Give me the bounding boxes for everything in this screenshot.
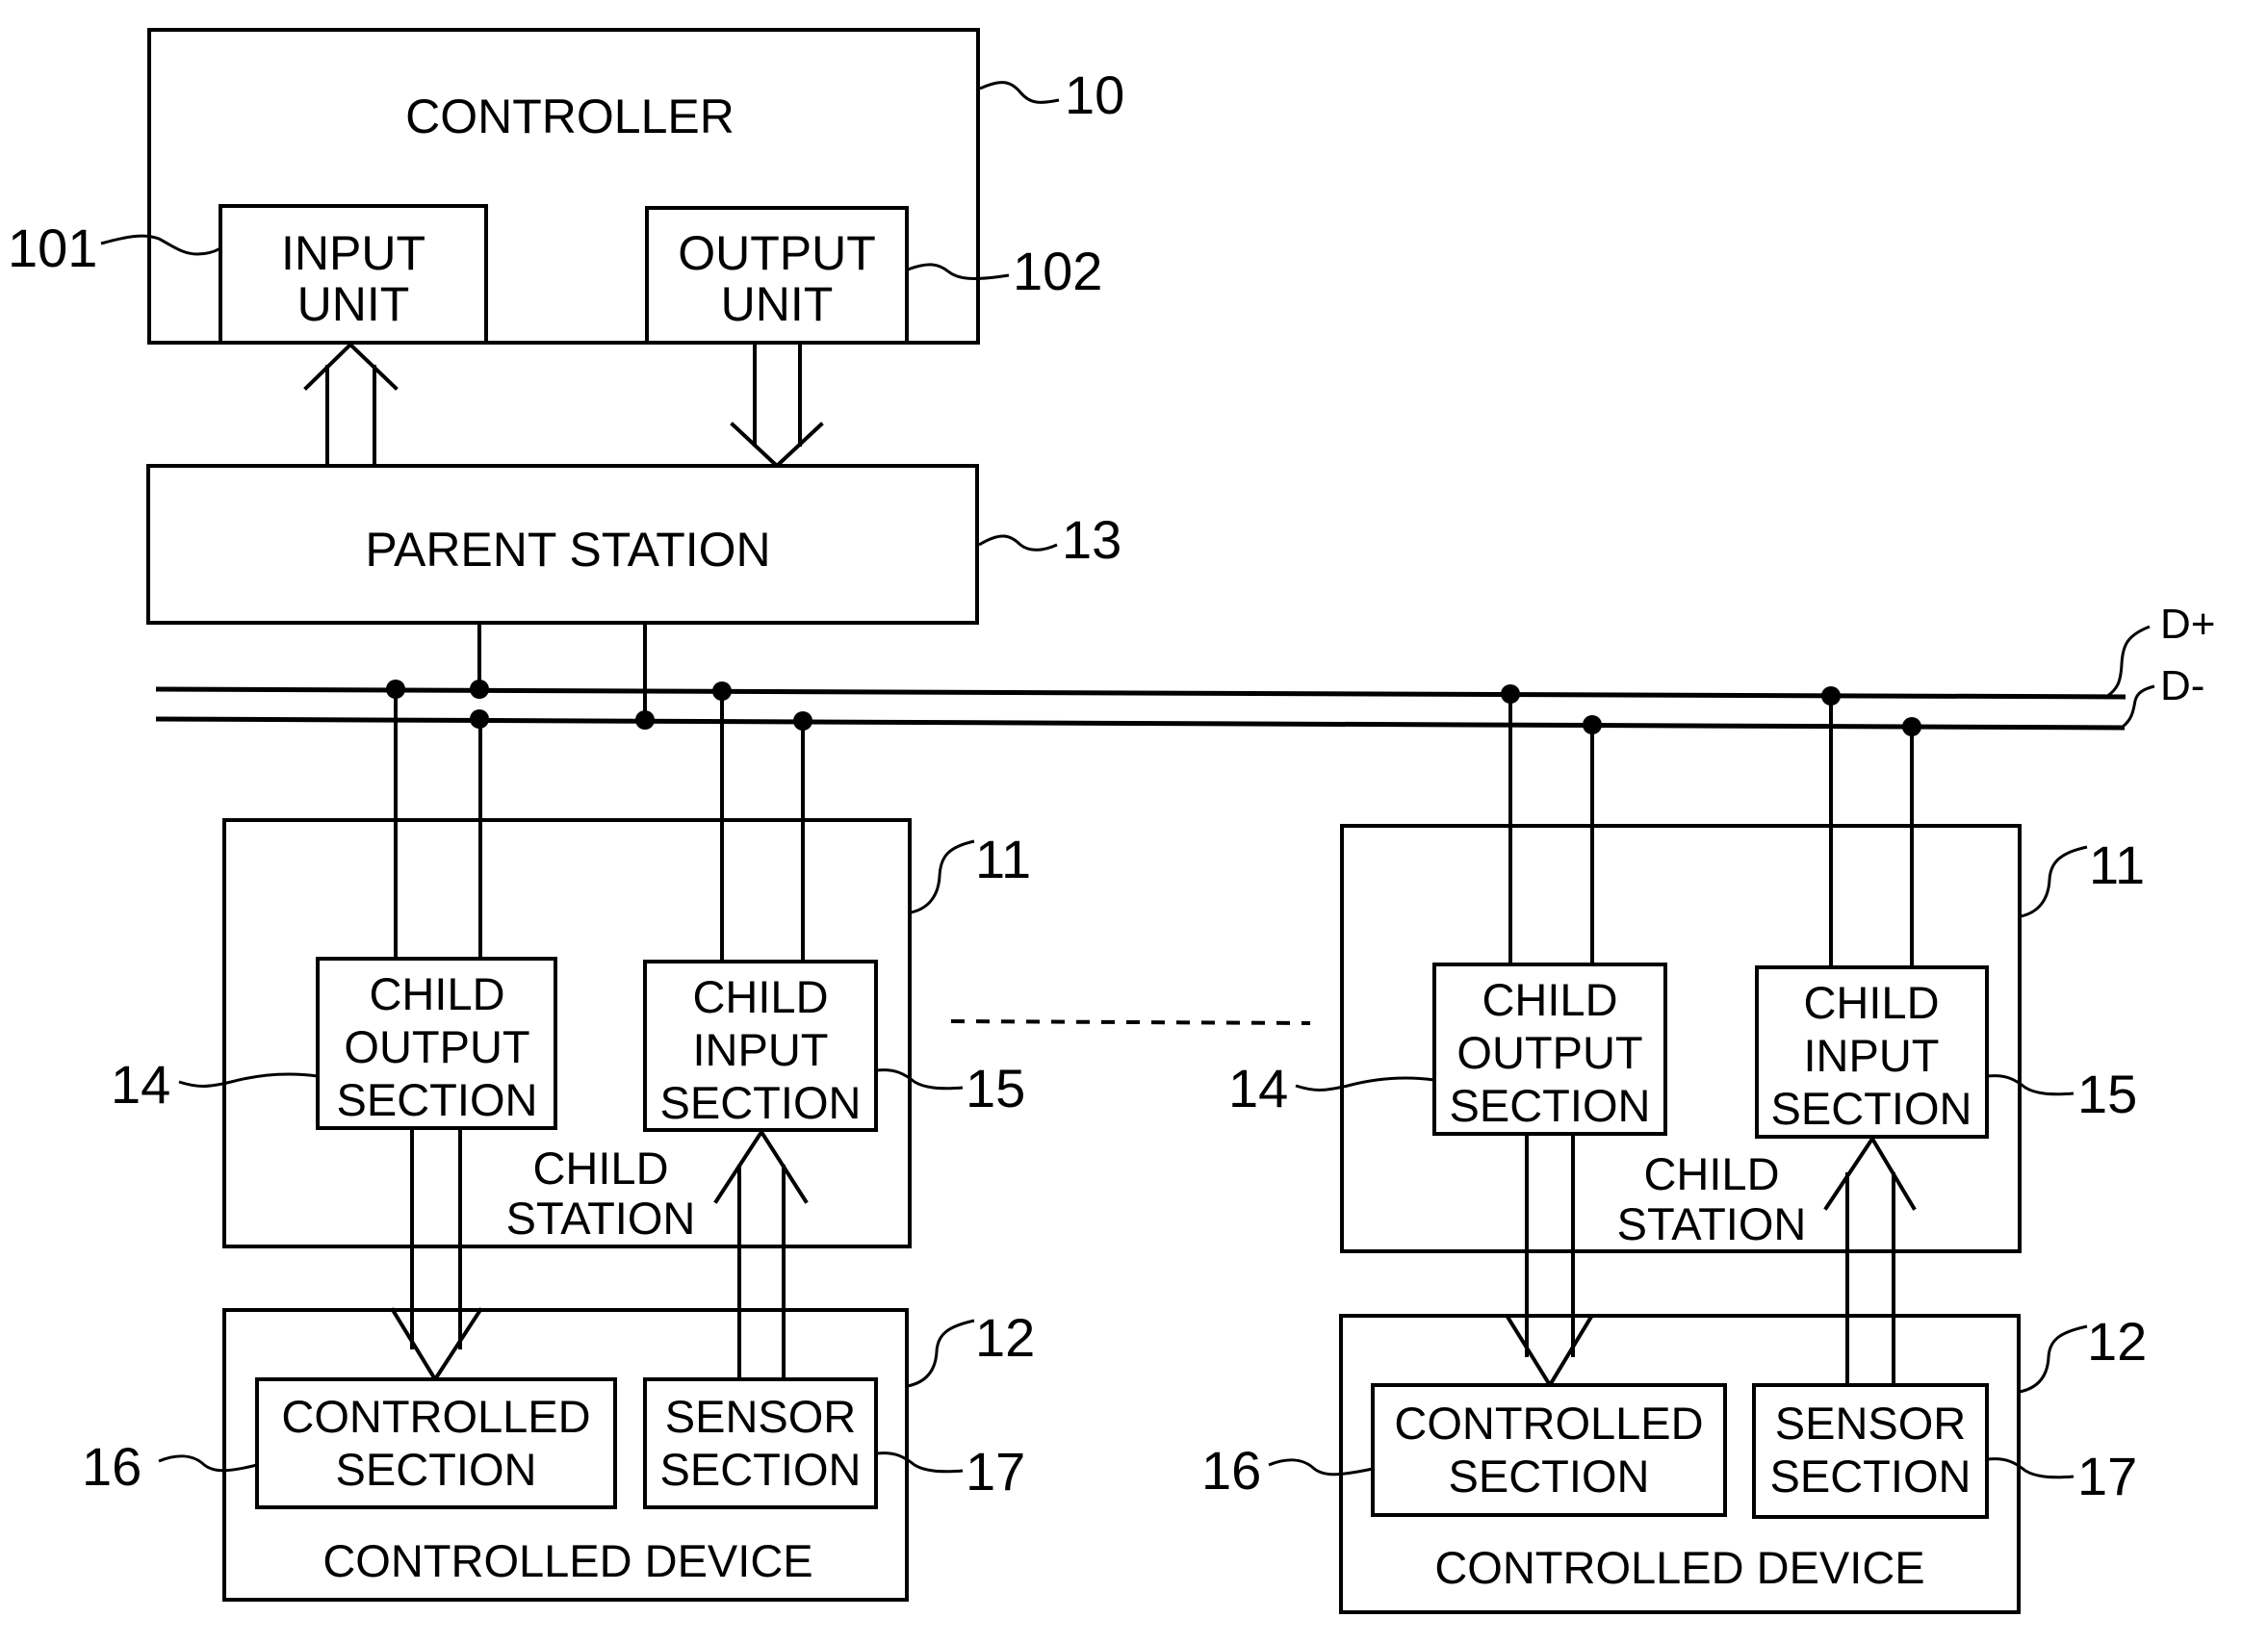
child-input-section-label-line3: SECTION (660, 1077, 862, 1128)
sensor-section-label-line1: SENSOR (665, 1391, 857, 1442)
junction-dot (635, 710, 655, 730)
child-output-section-label-line2: OUTPUT (344, 1021, 529, 1072)
sensor-section-ref-leader (1987, 1457, 2075, 1479)
controlled-device-ref: 12 (975, 1307, 1035, 1368)
controller-block: CONTROLLER INPUT UNIT OUTPUT UNIT 10 101… (8, 28, 1124, 345)
child-output-section-label-line3: SECTION (337, 1074, 538, 1125)
child-input-section-label-line1: CHILD (1803, 977, 1939, 1028)
child-output-section-ref-leader (1295, 1076, 1435, 1092)
controlled-section-ref-leader (158, 1454, 258, 1473)
controlled-device-label: CONTROLLED DEVICE (1434, 1542, 1924, 1593)
input-unit-ref: 101 (8, 218, 97, 278)
controlled-section-ref: 16 (82, 1436, 142, 1497)
input-unit-label-line1: INPUT (281, 226, 425, 280)
child-input-section-ref-leader (876, 1068, 964, 1091)
controller-label: CONTROLLER (405, 90, 735, 143)
child-input-section-label-line2: INPUT (693, 1024, 829, 1075)
controlled-section-label-line1: CONTROLLED (281, 1391, 590, 1442)
junction-dot (470, 680, 489, 699)
sensor-section-label-line1: SENSOR (1775, 1398, 1967, 1449)
bus-d-minus-label: D- (2160, 662, 2204, 709)
bus-d-plus-label: D+ (2160, 601, 2215, 648)
child-output-section-label-line2: OUTPUT (1456, 1027, 1642, 1078)
child-station-label-line1: CHILD (1643, 1148, 1779, 1199)
child-station-ref: 11 (975, 829, 1031, 889)
sensor-section-ref: 17 (966, 1441, 1025, 1502)
child-input-section-label-line1: CHILD (692, 971, 828, 1022)
child-station-ref-leader (2020, 845, 2088, 918)
continuation-dashed-line (950, 1019, 1311, 1025)
child-output-section-label-line1: CHILD (369, 968, 504, 1019)
arrow-child-output-to-controlled (1505, 1132, 1594, 1389)
child-station-label-line2: STATION (506, 1193, 696, 1244)
controlled-device-ref-leader (2019, 1324, 2088, 1394)
arrow-child-output-to-controlled (390, 1126, 483, 1383)
controlled-device-ref: 12 (2087, 1311, 2147, 1372)
controller-ref-leader (979, 81, 1060, 104)
controlled-section-ref: 16 (1201, 1440, 1261, 1501)
child-station-ref: 11 (2089, 835, 2145, 895)
output-unit-ref: 102 (1013, 241, 1102, 301)
controller-ref: 10 (1065, 64, 1124, 125)
arrow-parent-to-input-unit (303, 342, 399, 468)
output-unit-label-line2: UNIT (721, 277, 834, 331)
bus-d-plus-leader (2105, 625, 2151, 699)
sensor-section-ref: 17 (2077, 1446, 2137, 1506)
child-input-section-ref: 15 (2077, 1064, 2137, 1124)
controlled-section-label-line2: SECTION (336, 1444, 537, 1495)
child-input-section-label-line2: INPUT (1804, 1030, 1940, 1081)
child-output-section-label-line3: SECTION (1450, 1080, 1651, 1131)
controlled-section-label-line1: CONTROLLED (1394, 1398, 1703, 1449)
child-output-section-ref-leader (178, 1072, 319, 1088)
child-station-label-line1: CHILD (532, 1143, 668, 1194)
sensor-section-label-line2: SECTION (660, 1444, 862, 1495)
station-group-right: 11 CHILD OUTPUT SECTION 14 CHILD INPUT S… (1201, 692, 2147, 1614)
station-group-left: 11 CHILD OUTPUT SECTION 14 CHILD INPUT S… (82, 687, 1035, 1602)
parent-station-ref: 13 (1062, 509, 1121, 570)
parent-station-ref-leader (978, 534, 1058, 552)
controlled-device-label: CONTROLLED DEVICE (322, 1535, 812, 1586)
controlled-section-label-line2: SECTION (1449, 1451, 1650, 1502)
child-station-label-line2: STATION (1617, 1198, 1807, 1249)
child-output-section-label-line1: CHILD (1482, 974, 1617, 1025)
controlled-device-ref-leader (907, 1319, 975, 1388)
arrow-sensor-to-child-input (1823, 1135, 1917, 1387)
arrow-sensor-to-child-input (713, 1128, 809, 1381)
child-input-section-ref: 15 (966, 1058, 1025, 1118)
output-unit-label-line1: OUTPUT (678, 226, 876, 280)
sensor-section-ref-leader (876, 1451, 964, 1474)
child-output-section-ref: 14 (111, 1054, 170, 1115)
arrow-output-unit-to-parent (730, 343, 824, 469)
child-output-section-ref: 14 (1228, 1058, 1288, 1118)
child-input-section-label-line3: SECTION (1771, 1083, 1972, 1134)
controlled-section-ref-leader (1268, 1458, 1374, 1477)
child-station-ref-leader (910, 839, 975, 914)
input-unit-label-line2: UNIT (297, 277, 410, 331)
parent-station-block: PARENT STATION 13 (146, 464, 1121, 721)
child-input-section-ref-leader (1987, 1074, 2075, 1096)
bus-d-minus-leader (2122, 684, 2155, 729)
sensor-section-label-line2: SECTION (1770, 1451, 1972, 1502)
parent-station-label: PARENT STATION (365, 523, 770, 577)
system-block-diagram: CONTROLLER INPUT UNIT OUTPUT UNIT 10 101… (8, 28, 2215, 1614)
